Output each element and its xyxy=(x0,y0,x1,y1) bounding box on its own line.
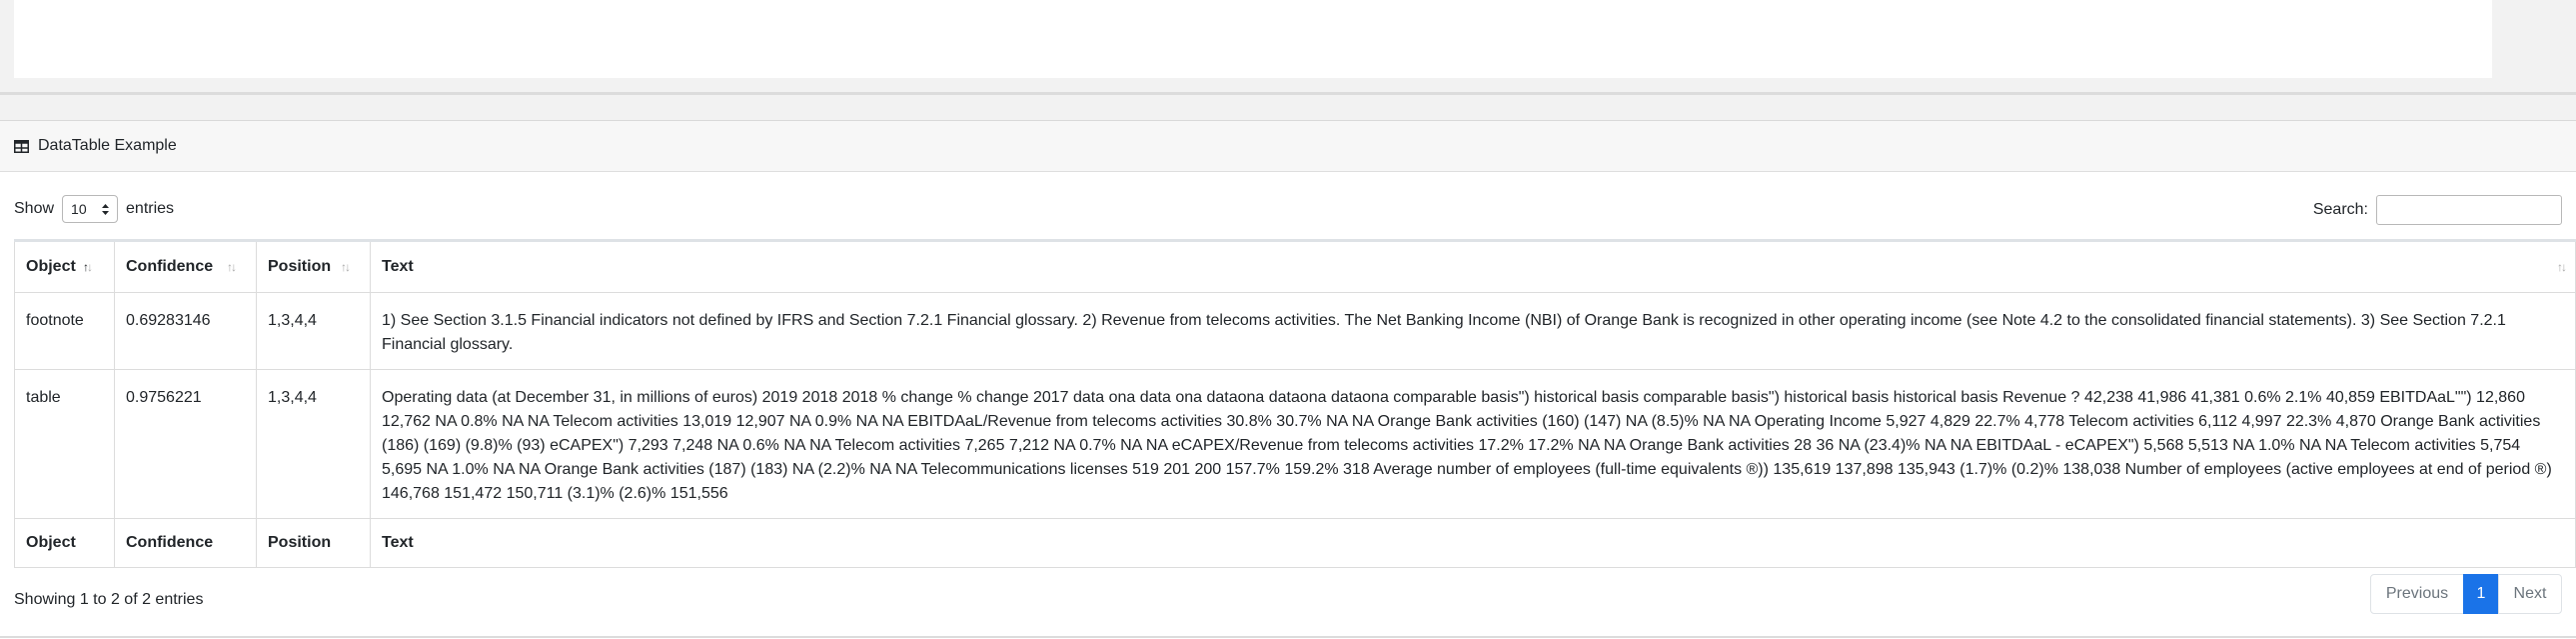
sort-ascending-icon: ↑↓ xyxy=(83,260,93,274)
column-header-object[interactable]: Object ↑↓ xyxy=(14,240,115,293)
table-header-row: Object ↑↓ Confidence ↑↓ Position ↑↓ Text… xyxy=(14,240,2576,293)
top-card xyxy=(14,0,2492,78)
select-arrows-icon xyxy=(102,203,110,215)
entries-select-value: 10 xyxy=(71,201,87,217)
search-input[interactable] xyxy=(2376,195,2562,225)
table-row[interactable]: table 0.9756221 1,3,4,4 Operating data (… xyxy=(14,369,2576,519)
entries-label: entries xyxy=(126,200,175,217)
entries-select[interactable]: 10 xyxy=(62,195,119,223)
sort-icon: ↑↓ xyxy=(227,260,237,274)
column-header-position[interactable]: Position ↑↓ xyxy=(256,240,371,293)
column-header-confidence[interactable]: Confidence ↑↓ xyxy=(114,240,257,293)
cell-confidence: 0.69283146 xyxy=(114,292,257,370)
next-button[interactable]: Next xyxy=(2498,574,2562,614)
footer-confidence: Confidence xyxy=(114,518,257,568)
column-header-text[interactable]: Text ↑↓ xyxy=(370,240,2576,293)
footer-text: Text xyxy=(370,518,2576,568)
table-footer: Showing 1 to 2 of 2 entries Previous 1 N… xyxy=(14,574,2562,628)
sort-icon: ↑↓ xyxy=(2557,260,2567,274)
entries-length: Show 10 entries xyxy=(14,195,174,223)
cell-object: table xyxy=(14,369,115,519)
cell-text: 1) See Section 3.1.5 Financial indicator… xyxy=(370,292,2576,370)
divider xyxy=(0,92,2576,95)
page-1-button[interactable]: 1 xyxy=(2463,574,2499,614)
cell-position: 1,3,4,4 xyxy=(256,369,371,519)
table-footer-row: Object Confidence Position Text xyxy=(14,518,2576,568)
cell-object: footnote xyxy=(14,292,115,370)
sort-icon: ↑↓ xyxy=(341,260,351,274)
footer-position: Position xyxy=(256,518,371,568)
footer-object: Object xyxy=(14,518,115,568)
search-box: Search: xyxy=(2313,195,2562,225)
show-label: Show xyxy=(14,200,55,217)
table-controls: Show 10 entries Search: xyxy=(14,195,2562,229)
datatable-card: DataTable Example Show 10 entries Search… xyxy=(0,120,2576,639)
entries-info: Showing 1 to 2 of 2 entries xyxy=(14,591,204,608)
table-row[interactable]: footnote 0.69283146 1,3,4,4 1) See Secti… xyxy=(14,292,2576,370)
search-label: Search: xyxy=(2312,201,2368,218)
pagination: Previous 1 Next xyxy=(2370,574,2562,614)
card-title: DataTable Example xyxy=(38,137,177,154)
previous-button[interactable]: Previous xyxy=(2370,574,2464,614)
data-table: Object ↑↓ Confidence ↑↓ Position ↑↓ Text… xyxy=(14,239,2576,568)
table-icon xyxy=(14,139,29,153)
card-header: DataTable Example xyxy=(0,121,2576,172)
cell-text: Operating data (at December 31, in milli… xyxy=(370,369,2576,519)
cell-confidence: 0.9756221 xyxy=(114,369,257,519)
cell-position: 1,3,4,4 xyxy=(256,292,371,370)
